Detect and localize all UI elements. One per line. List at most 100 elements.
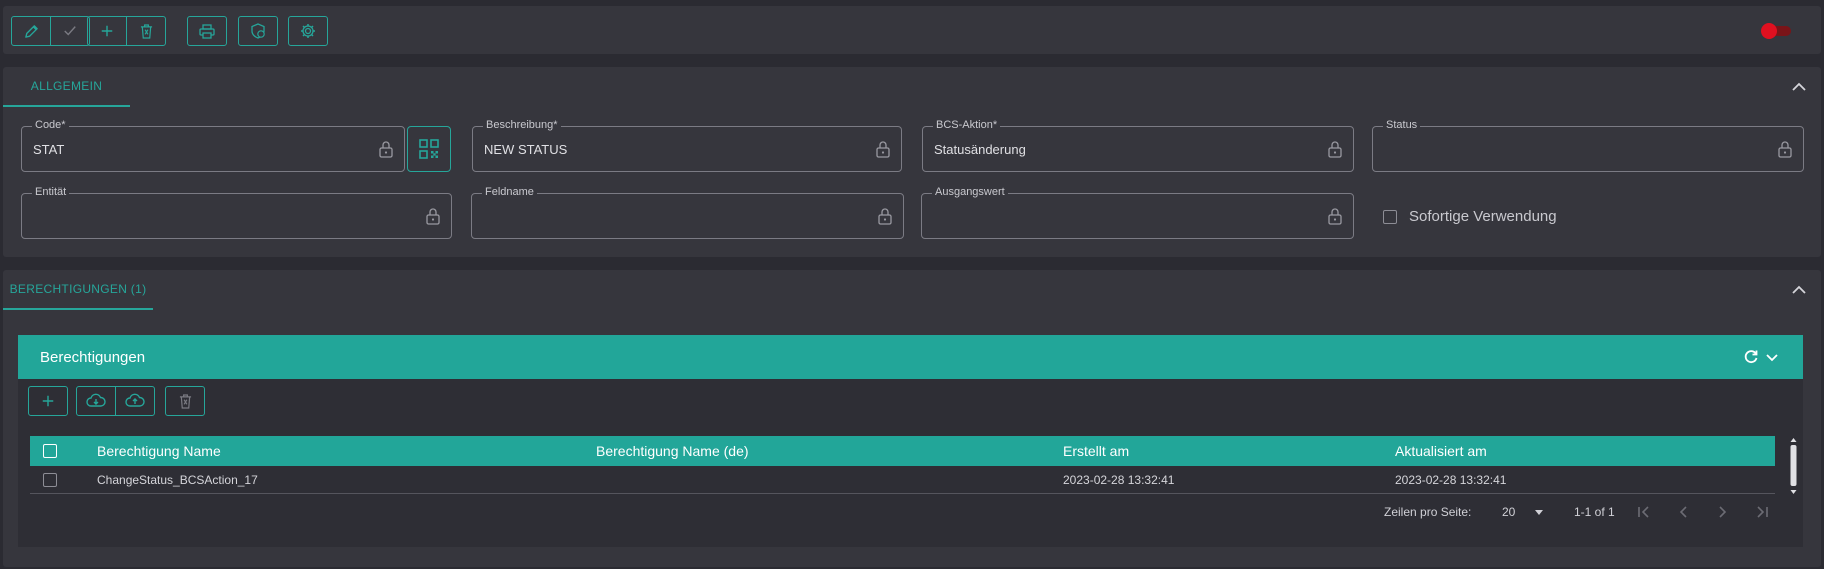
print-button[interactable] xyxy=(187,16,227,46)
print-group xyxy=(187,16,227,46)
status-toggle[interactable] xyxy=(1761,23,1791,39)
grid-cloud-group xyxy=(76,386,155,416)
grid-delete-group xyxy=(165,386,205,416)
card-header-actions xyxy=(1743,349,1779,365)
description-field[interactable]: Beschreibung* NEW STATUS xyxy=(472,119,902,172)
immediate-use-option[interactable]: Sofortige Verwendung xyxy=(1383,208,1557,225)
row-select-cell xyxy=(43,466,57,493)
qr-code-button[interactable] xyxy=(407,126,451,172)
table-row[interactable]: ChangeStatus_BCSAction_17 2023-02-28 13:… xyxy=(30,466,1775,494)
chevron-down-icon[interactable] xyxy=(1765,349,1779,365)
scrollbar-graphic xyxy=(1790,438,1797,494)
previous-page-icon[interactable] xyxy=(1679,506,1689,518)
add-delete-group xyxy=(87,16,166,46)
code-label: Code* xyxy=(32,119,69,131)
output-value-field[interactable]: Ausgangswert xyxy=(921,186,1354,239)
bcs-action-label: BCS-Aktion* xyxy=(933,119,1001,131)
cell-created: 2023-02-28 13:32:41 xyxy=(1063,472,1175,487)
description-label: Beschreibung* xyxy=(483,119,561,131)
grid-add-group xyxy=(28,386,68,416)
lock-icon xyxy=(1778,141,1792,158)
code-field[interactable]: Code* STAT xyxy=(21,119,405,172)
column-header-name[interactable]: Berechtigung Name xyxy=(97,436,221,466)
immediate-use-label: Sofortige Verwendung xyxy=(1409,208,1557,225)
column-header-updated[interactable]: Aktualisiert am xyxy=(1395,436,1487,466)
grid-scrollbar[interactable] xyxy=(1790,438,1797,494)
save-button[interactable] xyxy=(50,16,90,46)
row-checkbox[interactable] xyxy=(43,472,57,487)
permissions-tabbar: BERECHTIGUNGEN (1) xyxy=(3,270,1821,310)
shield-lock-icon xyxy=(251,23,265,39)
next-page-icon[interactable] xyxy=(1717,506,1727,518)
permissions-card-title: Berechtigungen xyxy=(40,348,146,366)
status-label: Status xyxy=(1383,119,1421,131)
edit-button[interactable] xyxy=(11,16,51,46)
general-section: ALLGEMEIN Code* STAT Beschreibung* NEW S… xyxy=(3,67,1821,257)
toggle-thumb xyxy=(1761,23,1777,39)
main-toolbar xyxy=(3,6,1821,54)
lock-icon xyxy=(876,141,890,158)
pagination-controls xyxy=(1637,497,1769,527)
grid-add-button[interactable] xyxy=(28,386,68,416)
status-field[interactable]: Status xyxy=(1372,119,1804,172)
cloud-download-button[interactable] xyxy=(76,386,116,416)
lock-icon xyxy=(1328,208,1342,225)
pencil-icon xyxy=(24,24,38,38)
cell-name: ChangeStatus_BCSAction_17 xyxy=(97,472,258,487)
entity-label: Entität xyxy=(32,186,70,198)
lock-icon xyxy=(379,141,393,158)
collapse-permissions-button[interactable] xyxy=(1789,280,1809,300)
permissions-button[interactable] xyxy=(238,16,278,46)
tab-general[interactable]: ALLGEMEIN xyxy=(3,67,130,107)
last-page-icon[interactable] xyxy=(1755,506,1769,518)
trash-icon xyxy=(179,393,191,409)
trash-icon xyxy=(140,23,152,39)
chevron-up-icon xyxy=(1792,285,1806,294)
column-header-name-de[interactable]: Berechtigung Name (de) xyxy=(596,436,749,466)
cloud-download-icon xyxy=(86,393,106,407)
grid-delete-button[interactable] xyxy=(165,386,205,416)
cloud-upload-icon xyxy=(125,393,145,407)
bcs-action-field[interactable]: BCS-Aktion* Statusänderung xyxy=(922,119,1354,172)
shield-group xyxy=(238,16,278,46)
delete-button[interactable] xyxy=(126,16,166,46)
refresh-icon[interactable] xyxy=(1743,349,1759,365)
description-value: NEW STATUS xyxy=(484,142,568,157)
code-value: STAT xyxy=(33,142,65,157)
plus-icon xyxy=(101,25,113,37)
cloud-upload-button[interactable] xyxy=(115,386,155,416)
permissions-card-header: Berechtigungen xyxy=(18,335,1803,379)
printer-icon xyxy=(199,23,215,39)
settings-group xyxy=(288,16,328,46)
check-icon xyxy=(64,26,76,36)
tab-permissions[interactable]: BERECHTIGUNGEN (1) xyxy=(3,270,153,310)
permissions-grid-header: Berechtigung Name Berechtigung Name (de)… xyxy=(30,436,1775,466)
first-page-icon[interactable] xyxy=(1637,506,1651,518)
pagination-range: 1-1 of 1 xyxy=(1574,505,1615,519)
column-header-created[interactable]: Erstellt am xyxy=(1063,436,1129,466)
add-button[interactable] xyxy=(87,16,127,46)
cell-updated: 2023-02-28 13:32:41 xyxy=(1395,472,1507,487)
entity-field[interactable]: Entität xyxy=(21,186,452,239)
bcs-action-value: Statusänderung xyxy=(934,142,1026,157)
rows-per-page-value: 20 xyxy=(1502,505,1516,519)
settings-button[interactable] xyxy=(288,16,328,46)
lock-icon xyxy=(878,208,892,225)
collapse-general-button[interactable] xyxy=(1789,77,1809,97)
field-name-label: Feldname xyxy=(482,186,537,198)
rows-per-page-label: Zeilen pro Seite: xyxy=(1384,505,1472,519)
rows-per-page-select[interactable]: 20 xyxy=(1502,497,1544,527)
gear-icon xyxy=(301,24,315,38)
edit-save-group xyxy=(11,16,90,46)
permissions-card: Berechtigungen Berechtigung Name Berecht… xyxy=(18,335,1803,547)
qr-code-icon xyxy=(419,139,439,159)
select-all-checkbox[interactable] xyxy=(43,444,57,458)
immediate-use-checkbox[interactable] xyxy=(1383,209,1397,224)
lock-icon xyxy=(1328,141,1342,158)
lock-icon xyxy=(426,208,440,225)
select-all-cell xyxy=(43,436,57,466)
caret-down-icon xyxy=(1535,509,1544,515)
plus-icon xyxy=(42,395,54,407)
chevron-up-icon xyxy=(1792,82,1806,91)
field-name-field[interactable]: Feldname xyxy=(471,186,904,239)
